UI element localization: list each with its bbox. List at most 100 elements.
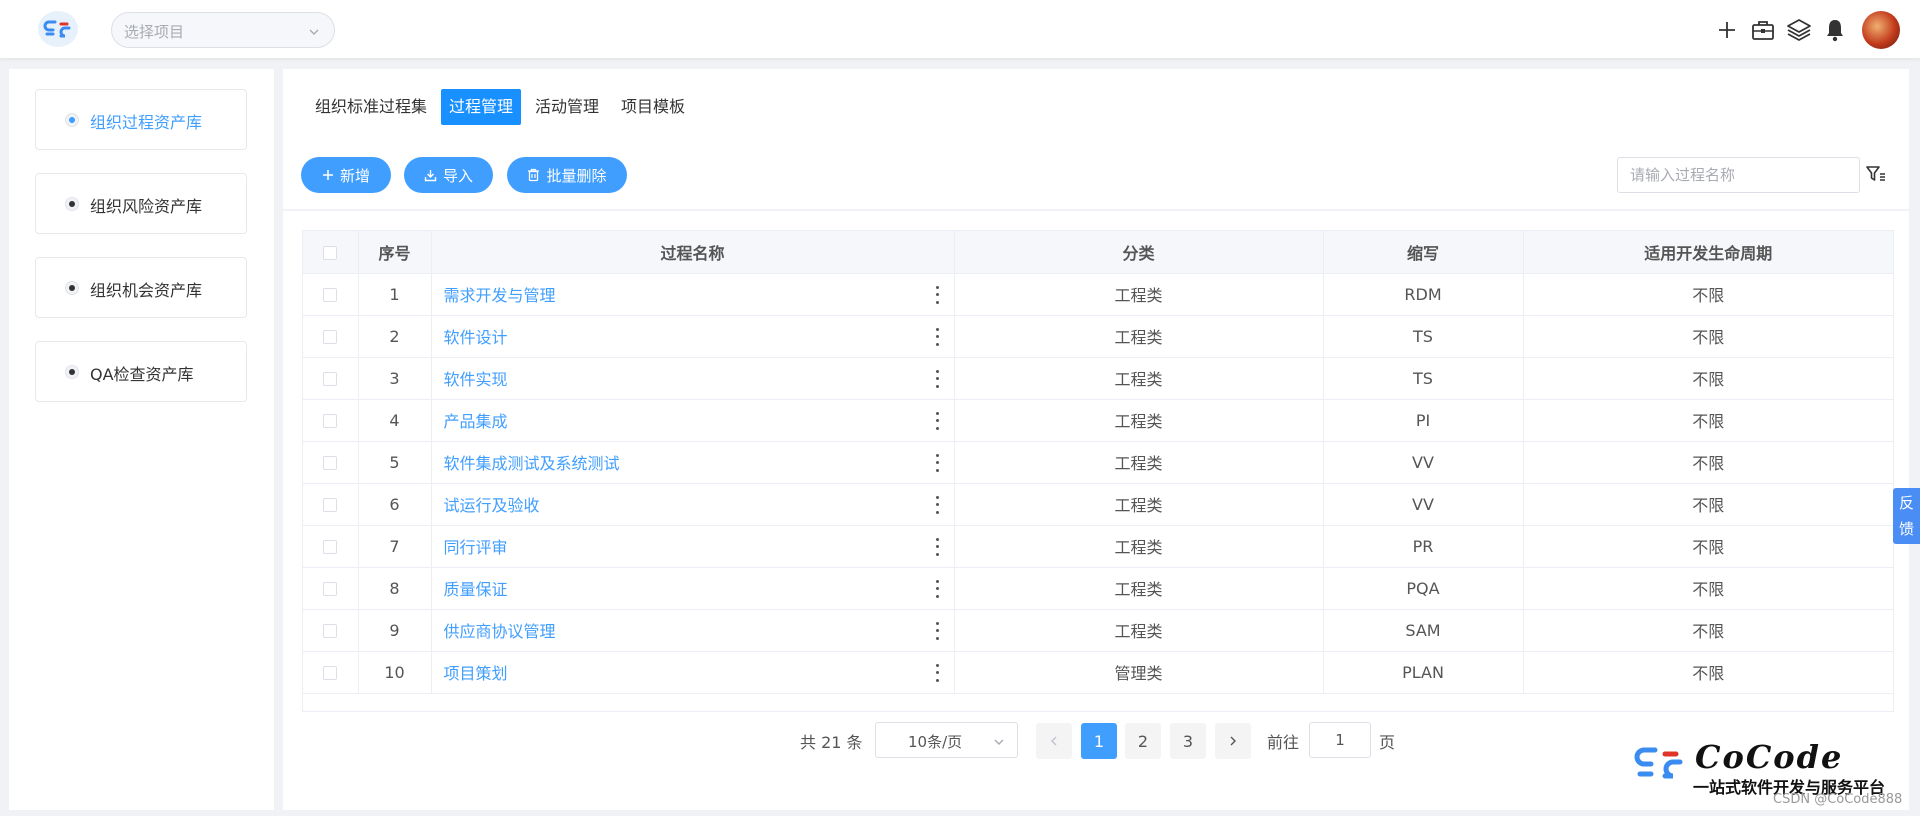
row-select-cell[interactable]: [303, 609, 359, 652]
row-category: 工程类: [954, 525, 1324, 568]
sidebar-item-process-assets[interactable]: 组织过程资产库: [35, 89, 247, 150]
row-checkbox[interactable]: [323, 288, 338, 302]
row-lifecycle: 不限: [1523, 273, 1893, 316]
row-select-cell[interactable]: [303, 315, 359, 358]
row-select-cell[interactable]: [303, 441, 359, 484]
row-checkbox[interactable]: [323, 414, 338, 428]
row-checkbox[interactable]: [323, 330, 338, 344]
select-all-checkbox[interactable]: [323, 245, 338, 260]
row-select-cell[interactable]: [303, 525, 359, 568]
row-select-cell[interactable]: [303, 357, 359, 400]
process-name-link[interactable]: 质量保证: [444, 580, 508, 599]
watermark-brand: CoCode: [1695, 738, 1844, 776]
row-select-cell[interactable]: [303, 273, 359, 316]
add-button-label: 新增: [339, 166, 370, 185]
process-name-link[interactable]: 需求开发与管理: [444, 286, 556, 305]
column-header-name: 过程名称: [431, 231, 955, 274]
process-name-link[interactable]: 软件实现: [444, 370, 508, 389]
row-checkbox[interactable]: [323, 372, 338, 386]
more-vertical-icon[interactable]: [936, 327, 940, 346]
more-vertical-icon[interactable]: [936, 369, 940, 388]
plus-icon[interactable]: [1714, 17, 1740, 43]
page-button-3[interactable]: 3: [1170, 723, 1206, 759]
tab-process-management[interactable]: 过程管理: [441, 89, 522, 125]
row-name-cell: 项目策划: [431, 651, 955, 694]
bell-icon[interactable]: [1822, 17, 1848, 43]
toolbar: 新增 导入 批量删除: [283, 157, 1909, 217]
goto-page-input[interactable]: [1309, 722, 1371, 758]
app-logo-icon[interactable]: [38, 11, 78, 47]
main-panel: 组织标准过程集 过程管理 活动管理 项目模板 新增 导入 批量删除 请输入过程名…: [283, 69, 1909, 810]
sidebar-item-qa-assets[interactable]: QA检查资产库: [35, 341, 247, 402]
more-vertical-icon[interactable]: [936, 411, 940, 430]
asset-library-sidebar: 组织过程资产库 组织风险资产库 组织机会资产库 QA检查资产库: [9, 69, 274, 810]
process-name-link[interactable]: 同行评审: [444, 538, 508, 557]
select-all-cell[interactable]: [303, 231, 359, 274]
page-size-value: 10条/页: [908, 733, 963, 751]
project-select[interactable]: 选择项目: [111, 12, 335, 48]
more-vertical-icon[interactable]: [936, 579, 940, 598]
row-select-cell[interactable]: [303, 567, 359, 610]
row-category: 工程类: [954, 609, 1324, 652]
page-button-1[interactable]: 1: [1081, 723, 1117, 759]
process-name-link[interactable]: 项目策划: [444, 664, 508, 683]
row-abbr: TS: [1323, 357, 1524, 400]
next-page-button[interactable]: [1215, 723, 1251, 759]
row-category: 工程类: [954, 483, 1324, 526]
row-category: 工程类: [954, 441, 1324, 484]
row-no: 7: [358, 525, 432, 568]
more-vertical-icon[interactable]: [936, 453, 940, 472]
table-row: 10 项目策划 管理类 PLAN 不限: [303, 651, 1893, 694]
import-button[interactable]: 导入: [404, 157, 493, 193]
row-checkbox[interactable]: [323, 582, 338, 596]
toolbox-icon[interactable]: [1750, 17, 1776, 43]
row-name-cell: 需求开发与管理: [431, 273, 955, 316]
header-actions: [1714, 10, 1900, 50]
sidebar-item-label: 组织机会资产库: [90, 281, 203, 300]
row-checkbox[interactable]: [323, 624, 338, 638]
more-vertical-icon[interactable]: [936, 621, 940, 640]
row-lifecycle: 不限: [1523, 609, 1893, 652]
batch-delete-button[interactable]: 批量删除: [507, 157, 627, 193]
column-header-no: 序号: [358, 231, 432, 274]
process-name-link[interactable]: 软件集成测试及系统测试: [444, 454, 620, 473]
page-button-2[interactable]: 2: [1125, 723, 1161, 759]
process-name-link[interactable]: 试运行及验收: [444, 496, 540, 515]
row-select-cell[interactable]: [303, 651, 359, 694]
tab-activity-management[interactable]: 活动管理: [527, 89, 607, 125]
process-name-link[interactable]: 产品集成: [444, 412, 508, 431]
table-row: 4 产品集成 工程类 PI 不限: [303, 399, 1893, 442]
add-button[interactable]: 新增: [301, 157, 391, 193]
row-category: 管理类: [954, 651, 1324, 694]
row-select-cell[interactable]: [303, 483, 359, 526]
prev-page-button[interactable]: [1036, 723, 1072, 759]
tab-standard-process-set[interactable]: 组织标准过程集: [307, 89, 435, 125]
feedback-tab[interactable]: 反 馈: [1893, 488, 1920, 544]
more-vertical-icon[interactable]: [936, 537, 940, 556]
more-vertical-icon[interactable]: [936, 285, 940, 304]
page-size-select[interactable]: 10条/页: [875, 722, 1018, 758]
sidebar-item-risk-assets[interactable]: 组织风险资产库: [35, 173, 247, 234]
row-checkbox[interactable]: [323, 498, 338, 512]
row-checkbox[interactable]: [323, 666, 338, 680]
row-no: 1: [358, 273, 432, 316]
table-row: 8 质量保证 工程类 PQA 不限: [303, 567, 1893, 610]
layers-icon[interactable]: [1786, 17, 1812, 43]
user-avatar[interactable]: [1862, 11, 1900, 49]
tab-project-templates[interactable]: 项目模板: [613, 89, 693, 125]
row-category: 工程类: [954, 315, 1324, 358]
process-search-input[interactable]: [1617, 157, 1860, 193]
row-checkbox[interactable]: [323, 540, 338, 554]
more-vertical-icon[interactable]: [936, 495, 940, 514]
trash-icon: [528, 168, 540, 182]
row-no: 3: [358, 357, 432, 400]
filter-icon[interactable]: [1866, 165, 1886, 187]
table-row: 9 供应商协议管理 工程类 SAM 不限: [303, 609, 1893, 652]
row-select-cell[interactable]: [303, 399, 359, 442]
more-vertical-icon[interactable]: [936, 663, 940, 682]
process-name-link[interactable]: 软件设计: [444, 328, 508, 347]
row-checkbox[interactable]: [323, 456, 338, 470]
sidebar-item-opportunity-assets[interactable]: 组织机会资产库: [35, 257, 247, 318]
row-no: 2: [358, 315, 432, 358]
process-name-link[interactable]: 供应商协议管理: [444, 622, 556, 641]
